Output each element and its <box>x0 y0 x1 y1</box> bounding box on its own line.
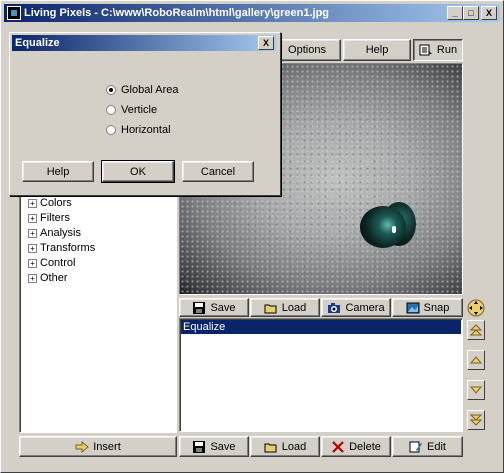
image-save-button[interactable]: Save <box>179 298 249 317</box>
dialog-cancel-label: Cancel <box>200 165 236 178</box>
tree-item-control[interactable]: + Control <box>28 256 75 271</box>
radio-horizontal[interactable]: Horizontal <box>106 123 171 137</box>
edit-button[interactable]: Edit <box>392 436 463 457</box>
dialog-cancel-button[interactable]: Cancel <box>182 161 254 182</box>
pipeline-save-button[interactable]: Save <box>179 436 249 457</box>
module-tree: + Colors + Filters + Analysis + Transforms +… <box>19 194 177 433</box>
close-button[interactable]: X <box>481 6 497 20</box>
move-handle[interactable] <box>467 299 485 317</box>
edit-label: Edit <box>427 440 446 453</box>
pipeline-load-label: Load <box>281 440 307 453</box>
dialog-ok-label: OK <box>130 165 146 178</box>
double-up-arrow-icon <box>469 324 483 336</box>
down-arrow-icon <box>469 386 483 394</box>
insert-label: Insert <box>93 440 121 453</box>
expand-icon[interactable]: + <box>28 273 37 283</box>
pipeline-save-label: Save <box>210 440 236 453</box>
green-ball <box>360 206 406 248</box>
floppy-icon <box>193 301 206 314</box>
image-load-label: Load <box>281 301 307 314</box>
camera-icon <box>328 302 341 313</box>
tree-item-analysis[interactable]: + Analysis <box>28 226 81 241</box>
expand-icon[interactable]: + <box>28 243 37 253</box>
dialog-help-label: Help <box>46 165 70 178</box>
tree-item-label: Analysis <box>40 227 81 239</box>
dialog-help-button[interactable]: Help <box>22 161 94 182</box>
help-button[interactable]: Help <box>343 39 411 61</box>
move-up-button[interactable] <box>467 350 485 370</box>
image-load-button[interactable]: Load <box>250 298 320 317</box>
folder-icon <box>264 443 277 452</box>
minimize-button[interactable]: _ <box>447 6 463 20</box>
move-down-button[interactable] <box>467 380 485 400</box>
radio-global-area[interactable]: Global Area <box>106 83 178 97</box>
folder-icon <box>264 304 277 313</box>
delete-button[interactable]: Delete <box>321 436 391 457</box>
title-bar[interactable]: Living Pixels - C:\www\RoboRealm\html\ga… <box>4 4 500 22</box>
dialog-close-button[interactable]: X <box>258 36 274 50</box>
up-arrow-icon <box>469 356 483 364</box>
tree-item-colors[interactable]: + Colors <box>28 196 72 211</box>
pipeline-list[interactable]: Equalize <box>179 318 463 432</box>
tree-item-label: Control <box>40 257 76 269</box>
options-button[interactable]: Options <box>273 39 341 61</box>
snap-icon <box>406 302 420 313</box>
camera-label: Camera <box>345 301 385 314</box>
tree-item-label: Other <box>40 272 68 284</box>
run-button[interactable]: Run <box>413 39 463 61</box>
help-label: Help <box>365 44 389 56</box>
options-label: Options <box>288 44 326 56</box>
expand-icon[interactable]: + <box>28 228 37 238</box>
radio-label: Global Area <box>121 84 179 96</box>
edit-icon <box>409 441 423 452</box>
main-window: Living Pixels - C:\www\RoboRealm\html\ga… <box>0 0 504 473</box>
expand-icon[interactable]: + <box>28 258 37 268</box>
radio-indicator[interactable] <box>106 85 116 96</box>
move-icon <box>467 299 485 317</box>
delete-icon <box>332 440 344 453</box>
floppy-icon <box>193 440 206 453</box>
snap-button[interactable]: Snap <box>392 298 463 317</box>
radio-label: Horizontal <box>121 124 171 136</box>
expand-icon[interactable]: + <box>28 198 37 208</box>
run-label: Run <box>436 44 458 56</box>
app-icon <box>7 6 21 20</box>
dialog-title-bar[interactable]: Equalize X <box>12 35 276 51</box>
dialog-title: Equalize <box>15 37 60 49</box>
double-down-arrow-icon <box>469 414 483 426</box>
insert-button[interactable]: Insert <box>19 436 177 457</box>
pipeline-item-equalize[interactable]: Equalize <box>181 320 461 334</box>
tree-item-label: Transforms <box>40 242 96 254</box>
camera-button[interactable]: Camera <box>321 298 391 317</box>
dialog-ok-button[interactable]: OK <box>101 160 175 183</box>
window-title: Living Pixels - C:\www\RoboRealm\html\ga… <box>24 7 330 19</box>
move-top-button[interactable] <box>467 320 485 340</box>
tree-item-other[interactable]: + Other <box>28 271 68 286</box>
maximize-button[interactable]: □ <box>463 6 479 20</box>
delete-label: Delete <box>349 440 381 453</box>
radio-label: Verticle <box>121 104 158 116</box>
tree-item-filters[interactable]: + Filters <box>28 211 70 226</box>
image-save-label: Save <box>210 301 236 314</box>
expand-icon[interactable]: + <box>28 213 37 223</box>
radio-indicator[interactable] <box>106 125 116 136</box>
run-icon <box>419 44 432 56</box>
equalize-dialog: Equalize X Global Area Verticle Horizont… <box>9 32 281 196</box>
tree-item-transforms[interactable]: + Transforms <box>28 241 95 256</box>
right-arrow-icon <box>75 440 90 453</box>
tree-item-label: Colors <box>40 197 72 209</box>
tree-item-label: Filters <box>40 212 70 224</box>
radio-verticle[interactable]: Verticle <box>106 103 157 117</box>
pipeline-load-button[interactable]: Load <box>250 436 320 457</box>
move-bottom-button[interactable] <box>467 410 485 430</box>
snap-label: Snap <box>423 301 450 314</box>
radio-indicator[interactable] <box>106 105 116 116</box>
